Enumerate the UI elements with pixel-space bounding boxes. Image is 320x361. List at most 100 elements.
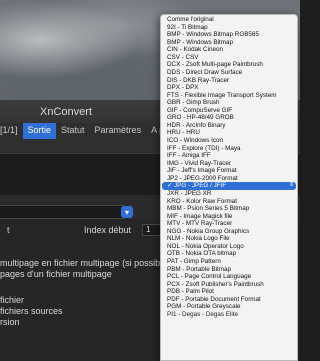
format-menu-item[interactable]: JIF - Jeff's Image Format	[161, 167, 297, 175]
format-menu-item-label: PDB - Palm Pilot	[167, 288, 214, 296]
filename-input[interactable]	[0, 205, 125, 219]
checkmark-icon: ✓	[167, 182, 175, 190]
option-multipage-to-multipage[interactable]: multipage en fichier multipage (si possi…	[0, 258, 170, 268]
format-menu-item-label: 92I - Ti Bitmap	[167, 23, 208, 31]
format-menu-item[interactable]: PAT - Gimp Pattern	[161, 258, 297, 266]
format-menu-item[interactable]: MBM - Psion Series 5 Bitmap	[161, 205, 297, 213]
format-menu-item-label: MIF - Image Magick file	[167, 212, 233, 220]
index-start-label: Index début	[84, 225, 132, 235]
format-menu-item-label: PI1 - Degas - Degas Elite	[167, 310, 239, 318]
format-menu-item[interactable]: HRU - HRU	[161, 129, 297, 137]
format-menu-item[interactable]: Comme l'original	[161, 16, 297, 24]
format-menu-item[interactable]: NLM - Nokia Logo File	[161, 235, 297, 243]
format-menu-item-label: BMP - Windows Bitmap	[167, 38, 234, 46]
format-menu-item[interactable]: DPX - DPX	[161, 84, 297, 92]
format-menu-item-label: PCX - Zsoft Publisher's Paintbrush	[167, 280, 264, 288]
option-multipage-pages[interactable]: pages d'un fichier multipage	[0, 269, 112, 279]
separator-label: t	[7, 225, 10, 235]
format-menu-item[interactable]: IMG - Vivid Ray-Tracer	[161, 160, 297, 168]
format-menu-item[interactable]: PI1 - Degas - Degas Elite	[161, 311, 297, 319]
format-menu-item-label: PGM - Portable Greyscale	[167, 303, 241, 311]
tab-status[interactable]: Statut	[56, 123, 90, 139]
format-menu-item-label: CIN - Kodak Cineon	[167, 46, 223, 54]
tab-output[interactable]: Sortie	[22, 123, 57, 139]
format-menu-item[interactable]: MIF - Image Magick file	[161, 213, 297, 221]
format-dropdown-menu: Comme l'original 92I - Ti Bitmap BMP - Win…	[160, 14, 298, 361]
chevron-down-icon: ▾	[124, 207, 129, 217]
format-menu-item-label: JPG - JPEG / JFIF	[174, 182, 227, 190]
format-menu-item-label: PBM - Portable Bitmap	[167, 265, 232, 273]
format-menu-item[interactable]: PCL - Page Control Language	[161, 273, 297, 281]
format-menu-item[interactable]: PGM - Portable Greyscale	[161, 303, 297, 311]
format-menu-item-label: PCL - Page Control Language	[167, 273, 252, 281]
format-menu-item[interactable]: PCX - Zsoft Publisher's Paintbrush	[161, 281, 297, 289]
format-menu-item-label: DIS - DKB Ray-Tracer	[167, 76, 230, 84]
app-title: XnConvert	[40, 106, 92, 118]
format-menu-item-label: HDR - ArcInfo Binary	[167, 121, 226, 129]
format-menu-item[interactable]: OTB - Nokia OTA bitmap	[161, 250, 297, 258]
format-menu-item-label: NOL - Nokia Operator Logo	[167, 242, 244, 250]
format-menu-item-label: CSV - CSV	[167, 53, 199, 61]
format-menu-item[interactable]: CIN - Kodak Cineon	[161, 46, 297, 54]
format-menu-item-selected[interactable]: ✓ JPG - JPEG / JFIF ⇕	[162, 182, 296, 190]
tab-input[interactable]: [1/1]	[0, 123, 23, 139]
filename-menu-button[interactable]: ▾	[121, 206, 133, 218]
format-menu-item-label: JXR - JPEG XR	[167, 189, 212, 197]
format-menu-item[interactable]: IFF - Amiga IFF	[161, 152, 297, 160]
format-menu-item-label: DDS - Direct Draw Surface	[167, 68, 243, 76]
option-file[interactable]: fichier	[0, 295, 24, 305]
format-menu-item-label: MBM - Psion Series 5 Bitmap	[167, 205, 250, 213]
format-menu-item-label: IFF - Amiga IFF	[167, 152, 211, 160]
format-menu-item-label: IFF - Explore (TDI) - Maya	[167, 144, 241, 152]
format-menu-item[interactable]: PBM - Portable Bitmap	[161, 266, 297, 274]
format-menu-item-label: IMG - Vivid Ray-Tracer	[167, 159, 232, 167]
format-menu-item[interactable]: HDR - ArcInfo Binary	[161, 122, 297, 130]
index-start-input[interactable]: 1	[142, 224, 162, 236]
format-menu-item[interactable]: GBR - Gimp Brush	[161, 99, 297, 107]
format-menu-item-label: NLM - Nokia Logo File	[167, 235, 230, 243]
format-menu-item[interactable]: 92I - Ti Bitmap	[161, 24, 297, 32]
format-menu-item[interactable]: JP2 - JPEG-2000 Format	[161, 175, 297, 183]
option-version[interactable]: rsion	[0, 317, 20, 327]
format-menu-item-label: GBR - Gimp Brush	[167, 99, 220, 107]
format-menu-item[interactable]: BMP - Windows Bitmap	[161, 39, 297, 47]
select-arrows-icon: ⇕	[288, 182, 294, 189]
format-menu-item[interactable]: DDS - Direct Draw Surface	[161, 69, 297, 77]
format-menu-item-label: HRU - HRU	[167, 129, 200, 137]
format-menu-item-label: FTS - Flexible Image Transport System	[167, 91, 277, 99]
format-menu-item-label: DCX - Zsoft Multi-page Paintbrush	[167, 61, 263, 69]
format-menu-item[interactable]: DCX - Zsoft Multi-page Paintbrush	[161, 61, 297, 69]
format-menu-item-label: JP2 - JPEG-2000 Format	[167, 174, 238, 182]
format-menu-item-label: GIF - CompuServe GIF	[167, 106, 233, 114]
format-menu-item[interactable]: ICO - Windows Icon	[161, 137, 297, 145]
format-menu-item-label: MTV - MTV Ray-Tracer	[167, 220, 233, 228]
format-menu-item[interactable]: JXR - JPEG XR	[161, 190, 297, 198]
format-menu-item[interactable]: IFF - Explore (TDI) - Maya	[161, 145, 297, 153]
format-menu-item-label: Comme l'original	[167, 16, 214, 23]
format-menu-item-label: NGG - Nokia Group Graphics	[167, 227, 250, 235]
format-menu-item[interactable]: NGG - Nokia Group Graphics	[161, 228, 297, 236]
format-menu-item-label: ICO - Windows Icon	[167, 137, 223, 144]
format-menu-item[interactable]: FTS - Flexible Image Transport System	[161, 92, 297, 100]
format-menu-item[interactable]: CSV - CSV	[161, 54, 297, 62]
format-menu-item-label: OTB - Nokia OTA bitmap	[167, 250, 237, 258]
format-menu-item-label: KRO - Kolor Raw Format	[167, 197, 237, 205]
format-menu-item-label: DPX - DPX	[167, 84, 199, 92]
format-menu-item-label: BMP - Windows Bitmap RGB565	[167, 31, 259, 39]
format-menu-list: Comme l'original 92I - Ti Bitmap BMP - Win…	[161, 15, 297, 319]
format-menu-item[interactable]: BMP - Windows Bitmap RGB565	[161, 31, 297, 39]
tab-settings[interactable]: Paramètres	[90, 123, 147, 139]
format-menu-item-label: PAT - Gimp Pattern	[167, 258, 221, 265]
format-menu-item[interactable]: GIF - CompuServe GIF	[161, 107, 297, 115]
format-menu-item[interactable]: KRO - Kolor Raw Format	[161, 198, 297, 206]
format-menu-item[interactable]: DIS - DKB Ray-Tracer	[161, 77, 297, 85]
format-menu-item[interactable]: PDB - Palm Pilot	[161, 288, 297, 296]
format-menu-item-label: JIF - Jeff's Image Format	[167, 167, 237, 175]
format-menu-item-label: GRO - HP-48/49 GROB	[167, 114, 234, 122]
format-menu-item[interactable]: MTV - MTV Ray-Tracer	[161, 220, 297, 228]
format-menu-item[interactable]: GRO - HP-48/49 GROB	[161, 114, 297, 122]
format-menu-item-label: PDF - Portable Document Format	[167, 295, 261, 303]
format-menu-item[interactable]: PDF - Portable Document Format	[161, 296, 297, 304]
option-source-files[interactable]: fichiers sources	[0, 306, 63, 316]
format-menu-item[interactable]: NOL - Nokia Operator Logo	[161, 243, 297, 251]
